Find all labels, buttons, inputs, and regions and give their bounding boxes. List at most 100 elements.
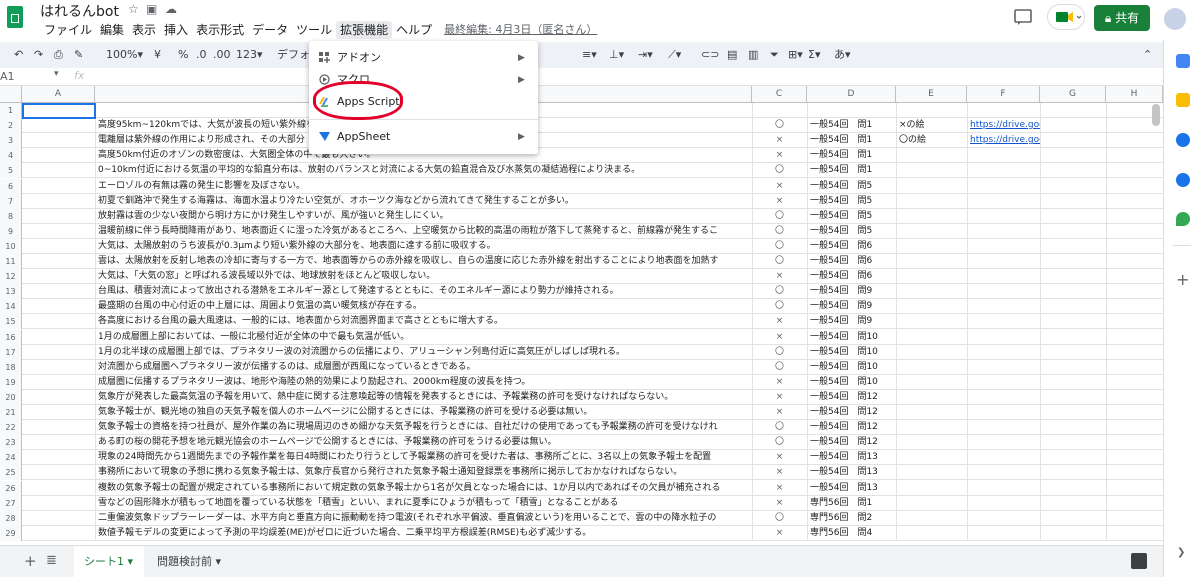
cell-image-note[interactable]: 〇の絵 [896, 133, 967, 148]
last-edit-link[interactable]: 最終編集: 4月3日（匿名さん） [444, 21, 597, 39]
cell-extra[interactable] [1040, 239, 1106, 254]
contacts-icon[interactable] [1176, 173, 1190, 187]
cell-link[interactable] [967, 284, 1040, 299]
cell-a[interactable] [22, 239, 95, 254]
functions-icon[interactable]: Σ▾ [808, 47, 820, 63]
insert-comment-icon[interactable]: ▤ [727, 47, 737, 63]
column-header-d[interactable]: D [807, 86, 896, 103]
explore-icon[interactable] [1131, 553, 1147, 569]
cell-answer[interactable]: 〇 [752, 284, 807, 299]
cell-a[interactable] [22, 496, 95, 511]
cell-link[interactable] [967, 496, 1040, 511]
cell-link[interactable] [967, 209, 1040, 224]
cell-image-note[interactable] [896, 450, 967, 465]
more-formats-button[interactable]: 123▾ [236, 47, 263, 63]
row-header[interactable]: 8 [0, 208, 22, 224]
cell-a[interactable] [22, 209, 95, 224]
menu-edit[interactable]: 編集 [96, 21, 128, 39]
row-header[interactable]: 9 [0, 223, 22, 239]
cell-extra[interactable] [1040, 390, 1106, 405]
cell-source[interactable]: 一般54回 問12 [807, 405, 896, 420]
cell-extra[interactable] [1040, 496, 1106, 511]
paint-format-icon[interactable]: ✎ [74, 47, 83, 63]
text-rotate-icon[interactable]: ⟋▾ [668, 47, 681, 63]
sheets-logo-icon[interactable] [7, 6, 23, 28]
cell-source[interactable]: 一般54回 問9 [807, 314, 896, 329]
cell-extra[interactable] [1040, 148, 1106, 163]
comment-history-icon[interactable] [1013, 8, 1033, 26]
increase-decimal-button[interactable]: .00 [213, 47, 231, 63]
cell-answer[interactable]: 〇 [752, 299, 807, 314]
cell-answer[interactable]: × [752, 194, 807, 209]
cell-source[interactable]: 一般54回 問9 [807, 299, 896, 314]
cell-answer[interactable]: 〇 [752, 224, 807, 239]
menu-file[interactable]: ファイル [40, 21, 96, 39]
cell-source[interactable]: 一般54回 問10 [807, 345, 896, 360]
zoom-select[interactable]: 100%▾ [106, 47, 143, 63]
row-header[interactable]: 5 [0, 163, 22, 179]
cell-a[interactable] [22, 179, 95, 194]
cell-extra[interactable] [1040, 314, 1106, 329]
cell-image-note[interactable] [896, 345, 967, 360]
cell-question[interactable]: 成層圏に伝播するプラネタリー波は、地形や海陸の熱的効果により励起され、2000k… [95, 375, 752, 390]
cell-extra[interactable] [1040, 405, 1106, 420]
row-header[interactable]: 1 [0, 103, 22, 118]
row-header[interactable]: 14 [0, 299, 22, 315]
cell-link[interactable] [967, 314, 1040, 329]
select-all-corner[interactable] [0, 86, 22, 103]
cell-source[interactable]: 一般54回 問5 [807, 209, 896, 224]
maps-icon[interactable] [1176, 212, 1190, 226]
cell-a[interactable] [22, 435, 95, 450]
cell-source[interactable]: 一般54回 問10 [807, 360, 896, 375]
cell-a[interactable] [22, 511, 95, 526]
cell-image-note[interactable] [896, 481, 967, 496]
cell-question[interactable]: 雪などの固形降水が積もって地面を覆っている状態を「積雪」といい、まれに夏季にひょ… [95, 496, 752, 511]
menu-item-apps-script[interactable]: Apps Script [309, 91, 538, 113]
cell-extra[interactable] [1040, 420, 1106, 435]
cell-answer[interactable]: 〇 [752, 345, 807, 360]
cell-a[interactable] [22, 526, 95, 541]
cell-question[interactable]: 1月の成層圏上部においては、一般に北極付近が全体の中で最も気温が低い。 [95, 330, 752, 345]
formula-input[interactable] [94, 68, 1154, 85]
row-header[interactable]: 26 [0, 480, 22, 496]
cell-source[interactable]: 一般54回 問13 [807, 465, 896, 480]
cell-question[interactable]: 雲は、太陽放射を反射し地表の冷却に寄与する一方で、地表面等からの赤外線を吸収し、… [95, 254, 752, 269]
cell-image-note[interactable] [896, 103, 967, 118]
undo-icon[interactable]: ↶ [14, 47, 23, 63]
cell-answer[interactable]: 〇 [752, 511, 807, 526]
cell-source[interactable]: 専門56回 問4 [807, 526, 896, 541]
text-wrap-icon[interactable]: ⇥▾ [638, 47, 653, 63]
cell-image-note[interactable] [896, 284, 967, 299]
row-header[interactable]: 18 [0, 359, 22, 375]
cell-link[interactable] [967, 254, 1040, 269]
row-header[interactable]: 17 [0, 344, 22, 360]
cell-source[interactable]: 一般54回 問1 [807, 118, 896, 133]
cell-image-note[interactable] [896, 254, 967, 269]
menu-item-appsheet[interactable]: AppSheet ▶ [309, 126, 538, 148]
cell-a[interactable] [22, 133, 95, 148]
cell-extra[interactable] [1040, 299, 1106, 314]
cell-link[interactable] [967, 526, 1040, 541]
cell-answer[interactable]: × [752, 465, 807, 480]
cell-link[interactable] [967, 269, 1040, 284]
vertical-scrollbar[interactable] [1152, 104, 1160, 126]
cell-question[interactable]: 最盛期の台風の中心付近の中上層には、周囲より気温の高い暖気核が存在する。 [95, 299, 752, 314]
print-icon[interactable]: ⎙ [54, 47, 63, 63]
cell-answer[interactable]: × [752, 269, 807, 284]
cell-question[interactable]: 大気は、「大気の窓」と呼ばれる波長域以外では、地球放射をほとんど吸収しない。 [95, 269, 752, 284]
row-header[interactable]: 2 [0, 118, 22, 134]
cell-extra[interactable] [1040, 465, 1106, 480]
cell-extra[interactable] [1040, 269, 1106, 284]
cell-a[interactable] [22, 269, 95, 284]
input-tools-icon[interactable]: あ▾ [834, 47, 851, 63]
cell-question[interactable]: 事務所において現象の予想に携わる気象予報士は、気象庁長官から発行された気象予報士… [95, 465, 752, 480]
cell-extra[interactable] [1040, 209, 1106, 224]
name-box[interactable]: A1 [0, 70, 15, 83]
row-header[interactable]: 22 [0, 420, 22, 436]
cell-image-note[interactable] [896, 299, 967, 314]
cell-source[interactable]: 一般54回 問6 [807, 239, 896, 254]
cell-question[interactable]: 台風は、積雲対流によって放出される潜熱をエネルギー源として発達するとともに、その… [95, 284, 752, 299]
cell-answer[interactable]: × [752, 390, 807, 405]
cell-image-note[interactable] [896, 314, 967, 329]
row-header[interactable]: 6 [0, 178, 22, 194]
